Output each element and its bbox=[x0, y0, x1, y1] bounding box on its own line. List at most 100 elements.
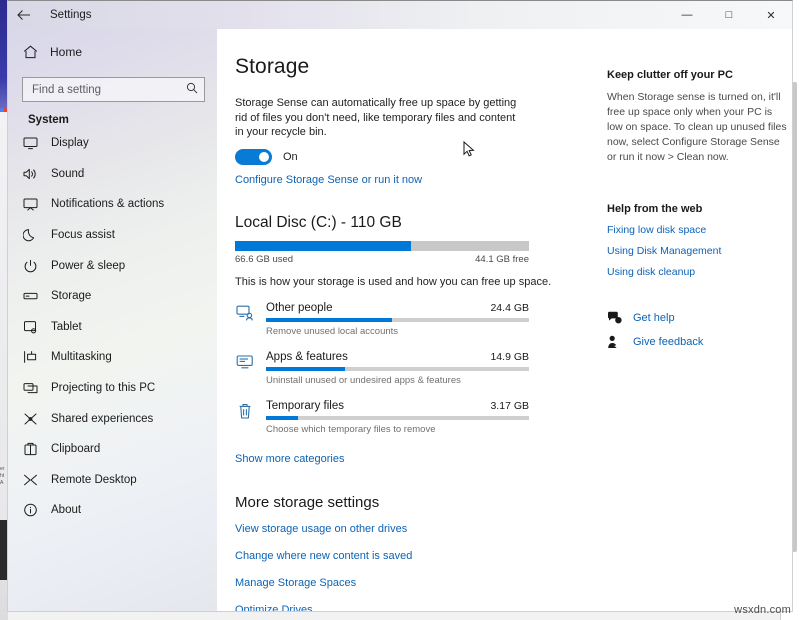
shared-icon bbox=[22, 411, 38, 427]
people-account-icon bbox=[235, 302, 255, 324]
sidebar-item-label: Power & sleep bbox=[51, 260, 125, 272]
search-box[interactable] bbox=[22, 77, 205, 102]
storage-category-name: Other people bbox=[266, 302, 333, 314]
sidebar-group-label: System bbox=[28, 114, 217, 126]
help-web-link[interactable]: Using Disk Management bbox=[607, 245, 787, 257]
sidebar-item-label: Sound bbox=[51, 168, 84, 180]
sidebar-home-label: Home bbox=[50, 45, 82, 59]
sidebar-item-label: Tablet bbox=[51, 321, 82, 333]
right-info-column: Keep clutter off your PC When Storage se… bbox=[607, 69, 787, 358]
apps-monitor-icon bbox=[235, 351, 255, 373]
sidebar-item-notifications-actions[interactable]: Notifications & actions bbox=[8, 189, 217, 220]
sidebar-item-shared-experiences[interactable]: Shared experiences bbox=[8, 403, 217, 434]
close-button[interactable]: ✕ bbox=[750, 1, 792, 29]
storage-sense-toggle[interactable] bbox=[235, 149, 272, 165]
sidebar-item-home[interactable]: Home bbox=[8, 37, 217, 67]
more-settings-link[interactable]: Manage Storage Spaces bbox=[235, 577, 792, 589]
watermark: wsxdn.com bbox=[734, 604, 791, 616]
sidebar-item-label: Shared experiences bbox=[51, 413, 153, 425]
storage-category-size: 3.17 GB bbox=[490, 400, 529, 412]
storage-category-bar bbox=[266, 416, 529, 420]
storage-category-subtitle: Uninstall unused or undesired apps & fea… bbox=[266, 375, 529, 386]
sidebar-item-label: About bbox=[51, 504, 81, 516]
storage-category-head: Temporary files 3.17 GB bbox=[266, 400, 529, 412]
storage-category-name: Temporary files bbox=[266, 400, 344, 412]
help-web-link[interactable]: Fixing low disk space bbox=[607, 224, 787, 236]
minimize-button[interactable]: — bbox=[666, 1, 708, 29]
back-arrow-icon[interactable] bbox=[8, 1, 40, 29]
toggle-knob bbox=[259, 152, 269, 162]
sidebar-item-sound[interactable]: Sound bbox=[8, 159, 217, 190]
window-body: Home System Display Sound Notifications & … bbox=[8, 29, 792, 612]
storage-sense-description: Storage Sense can automatically free up … bbox=[235, 96, 525, 140]
more-settings-link[interactable]: Change where new content is saved bbox=[235, 550, 792, 562]
support-link-give-feedback[interactable]: Give feedback bbox=[607, 334, 787, 349]
clipboard-icon bbox=[22, 441, 38, 457]
drive-used-label: 66.6 GB used bbox=[235, 254, 293, 265]
sidebar-item-focus-assist[interactable]: Focus assist bbox=[8, 220, 217, 251]
speaker-icon bbox=[22, 166, 38, 182]
sidebar-item-label: Remote Desktop bbox=[51, 474, 137, 486]
show-more-categories-link[interactable]: Show more categories bbox=[235, 453, 344, 465]
sidebar: Home System Display Sound Notifications & … bbox=[8, 29, 217, 612]
sidebar-item-storage[interactable]: Storage bbox=[8, 281, 217, 312]
multitasking-icon bbox=[22, 349, 38, 365]
sidebar-item-projecting-to-this-pc[interactable]: Projecting to this PC bbox=[8, 373, 217, 404]
storage-category-body: Apps & features 14.9 GB Uninstall unused o… bbox=[266, 351, 529, 386]
sidebar-item-label: Storage bbox=[51, 290, 91, 302]
drive-usage-labels: 66.6 GB used 44.1 GB free bbox=[235, 254, 529, 265]
storage-category-subtitle: Remove unused local accounts bbox=[266, 326, 529, 337]
help-from-web-block: Help from the web Fixing low disk spaceU… bbox=[607, 203, 787, 278]
settings-window: Settings — □ ✕ Home bbox=[7, 0, 793, 612]
more-storage-settings-links: View storage usage on other drives Change… bbox=[235, 523, 792, 613]
storage-category-size: 24.4 GB bbox=[490, 302, 529, 314]
sidebar-item-about[interactable]: About bbox=[8, 495, 217, 526]
more-storage-settings-heading: More storage settings bbox=[235, 494, 792, 511]
more-settings-link[interactable]: Optimize Drives bbox=[235, 604, 792, 613]
info-icon bbox=[22, 502, 38, 518]
notification-icon bbox=[22, 196, 38, 212]
sidebar-item-tablet[interactable]: Tablet bbox=[8, 312, 217, 343]
sidebar-nav-list: Display Sound Notifications & actions Focus… bbox=[8, 128, 217, 526]
monitor-icon bbox=[22, 135, 38, 151]
storage-category-bar bbox=[266, 367, 529, 371]
storage-drive-icon bbox=[22, 288, 38, 304]
home-icon bbox=[22, 45, 38, 59]
sidebar-item-display[interactable]: Display bbox=[8, 128, 217, 159]
more-settings-link[interactable]: View storage usage on other drives bbox=[235, 523, 792, 535]
sidebar-item-label: Projecting to this PC bbox=[51, 382, 155, 394]
search-input[interactable] bbox=[32, 84, 186, 96]
storage-category-head: Apps & features 14.9 GB bbox=[266, 351, 529, 363]
storage-category-name: Apps & features bbox=[266, 351, 348, 363]
configure-storage-sense-link[interactable]: Configure Storage Sense or run it now bbox=[235, 174, 422, 186]
sidebar-item-multitasking[interactable]: Multitasking bbox=[8, 342, 217, 373]
sidebar-item-label: Multitasking bbox=[51, 351, 112, 363]
maximize-button[interactable]: □ bbox=[708, 1, 750, 29]
title-bar: Settings — □ ✕ bbox=[8, 1, 792, 29]
storage-category-bar bbox=[266, 318, 529, 322]
main-content: Storage Storage Sense can automatically … bbox=[217, 29, 792, 612]
storage-category-row[interactable]: Temporary files3.17 GBChoose which tempo… bbox=[235, 400, 792, 435]
storage-category-bar-fill bbox=[266, 367, 345, 371]
screen-root: er ht A C T e i n P N e i wsxdn.com Sett… bbox=[0, 0, 800, 620]
support-link-label[interactable]: Give feedback bbox=[633, 336, 703, 348]
support-link-get-help[interactable]: Get help bbox=[607, 310, 787, 325]
remote-desktop-icon bbox=[22, 472, 38, 488]
drive-usage-fill bbox=[235, 241, 411, 251]
help-web-link[interactable]: Using disk cleanup bbox=[607, 266, 787, 278]
clutter-text: When Storage sense is turned on, it'll f… bbox=[607, 90, 787, 165]
question-bubble-icon bbox=[607, 310, 622, 325]
help-links-list: Fixing low disk space Using Disk Manageme… bbox=[607, 224, 787, 278]
support-link-label[interactable]: Get help bbox=[633, 312, 675, 324]
sidebar-item-power-sleep[interactable]: Power & sleep bbox=[8, 250, 217, 281]
sidebar-item-remote-desktop[interactable]: Remote Desktop bbox=[8, 465, 217, 496]
toggle-state-label: On bbox=[283, 151, 298, 163]
trash-icon bbox=[235, 400, 255, 422]
sidebar-item-label: Notifications & actions bbox=[51, 198, 164, 210]
storage-category-body: Temporary files3.17 GBChoose which tempo… bbox=[266, 400, 529, 435]
storage-category-size: 14.9 GB bbox=[490, 351, 529, 363]
moon-icon bbox=[22, 227, 38, 243]
sidebar-item-clipboard[interactable]: Clipboard bbox=[8, 434, 217, 465]
project-screen-icon bbox=[22, 380, 38, 396]
sidebar-item-label: Display bbox=[51, 137, 89, 149]
